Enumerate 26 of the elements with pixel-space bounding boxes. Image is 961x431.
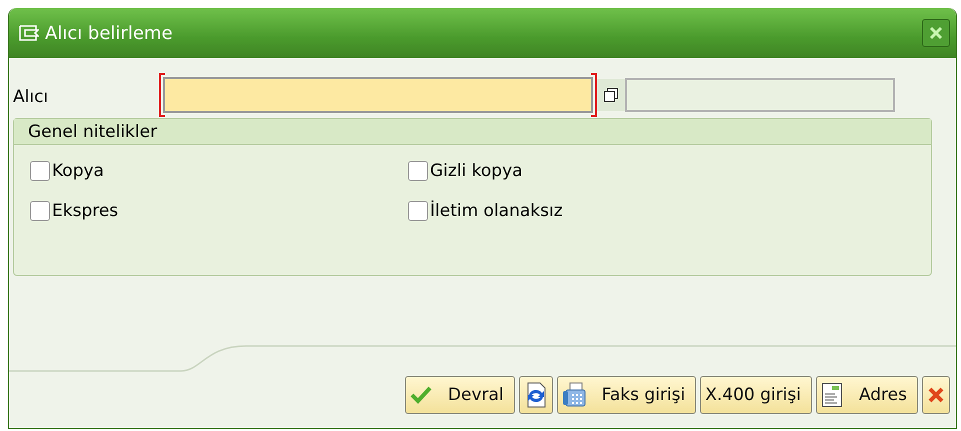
checkbox-label: Ekspres [52,201,118,221]
checkbox-label: Kopya [52,161,104,181]
toolbar-button[interactable] [922,376,950,414]
toolbar-button[interactable]: Adres [816,376,918,414]
toolbar-button[interactable] [518,376,553,414]
toolbar-button[interactable]: Faks girişi [556,376,696,414]
toolbar-button[interactable]: X.400 girişi [700,376,812,414]
checkbox[interactable] [408,161,428,181]
toolbar-button[interactable]: Devral [404,376,515,414]
checkbox[interactable] [30,161,50,181]
close-icon [929,26,943,40]
document-icon [820,382,843,408]
copy-icon[interactable] [597,79,625,111]
group-title: Genel nitelikler [14,119,931,145]
window-icon [19,25,39,41]
window-title: Alıcı belirleme [45,22,174,44]
checkmark-icon [410,385,432,405]
checkbox-label: İletim olanaksız [430,201,563,221]
fax-icon [562,382,586,408]
checkbox-label: Gizli kopya [430,161,523,181]
cancel-icon [927,386,945,404]
field-label: Alıcı [13,87,50,107]
close-button[interactable] [922,19,950,47]
checkbox[interactable] [408,201,428,221]
checkbox[interactable] [30,201,50,221]
recipient-field[interactable] [163,77,593,113]
